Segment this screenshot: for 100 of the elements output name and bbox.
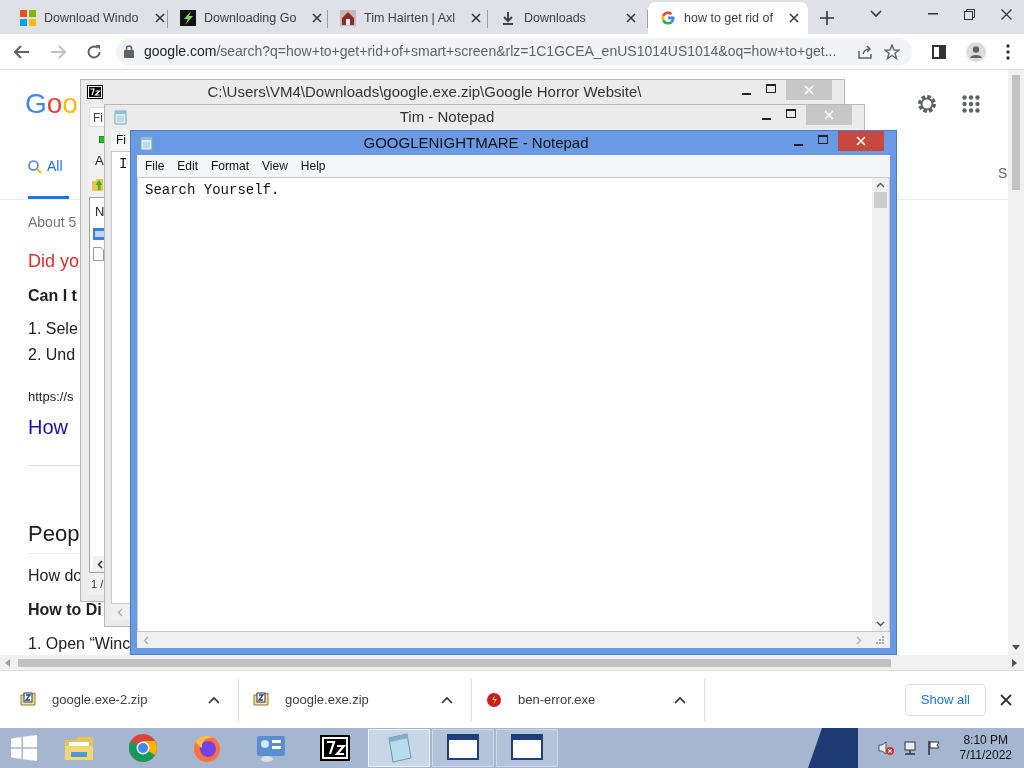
text-content: Search Yourself. — [145, 181, 280, 199]
zip-file-icon — [253, 691, 269, 708]
chrome-icon — [127, 732, 159, 764]
window-title: Tim - Notepad — [398, 106, 496, 127]
download-icon — [500, 10, 516, 26]
search-tab[interactable]: All — [28, 149, 69, 199]
text-content: I — [119, 155, 128, 173]
file-name: ben-error.exe — [518, 690, 597, 709]
scroll-left-icon[interactable] — [97, 559, 103, 569]
speaker-muted-icon[interactable] — [877, 740, 894, 756]
browser-tab[interactable]: Downloading Go — [168, 2, 328, 34]
lock-icon — [124, 45, 134, 58]
tab-title: Downloading Go — [204, 9, 297, 27]
caret-up-icon[interactable] — [208, 695, 220, 704]
caret-up-icon[interactable] — [674, 695, 686, 704]
window-title: GOOGLENIGHTMARE - Notepad — [362, 132, 590, 153]
menu-item[interactable]: Format — [205, 157, 256, 175]
profile-icon[interactable] — [966, 41, 986, 62]
menu-item[interactable]: Edit — [171, 157, 205, 175]
google-icon — [660, 10, 676, 26]
resize-grip-icon — [876, 636, 884, 644]
window-title: C:\Users\VM4\Downloads\google.exe.zip\Google Horror Website\ — [206, 81, 643, 102]
close-icon[interactable] — [1000, 693, 1012, 706]
folder-up-icon[interactable] — [92, 177, 103, 191]
maximize-icon[interactable] — [766, 84, 776, 93]
close-button-icon[interactable] — [838, 131, 884, 151]
notepad-icon — [113, 108, 128, 126]
settings-icon[interactable] — [916, 93, 938, 116]
list-item: 1. Open “Winc — [28, 634, 131, 654]
side-panel-icon[interactable] — [932, 44, 946, 59]
network-icon[interactable] — [901, 740, 918, 756]
result-heading: How to Di — [28, 600, 102, 620]
menu-item[interactable]: Fi — [89, 107, 105, 127]
more-menu-icon[interactable] — [1006, 43, 1010, 60]
result-heading: Can I t — [28, 286, 77, 306]
clock[interactable]: 8:10 PM 7/11/2022 — [959, 733, 1012, 763]
taskbar-button[interactable] — [432, 729, 494, 767]
scroll-up-icon[interactable] — [876, 182, 885, 188]
maximize-icon[interactable] — [818, 135, 828, 144]
browser-tab[interactable]: Downloads — [488, 2, 648, 34]
browser-tab[interactable]: Tim Hairten | Axl — [328, 2, 488, 34]
list-item: 2. Und — [28, 345, 77, 365]
close-icon[interactable] — [471, 13, 481, 23]
apps-icon[interactable] — [962, 95, 980, 114]
menu-item[interactable]: File — [139, 157, 171, 175]
scrollbar-thumb[interactable] — [874, 192, 887, 208]
restore-icon[interactable] — [964, 8, 975, 20]
menu-item[interactable]: View — [256, 157, 294, 175]
result-url: https://s — [28, 389, 74, 405]
column-header: N — [95, 203, 105, 221]
new-tab-icon[interactable] — [820, 11, 834, 25]
scrollbar-thumb[interactable] — [18, 658, 891, 667]
share-icon[interactable] — [858, 44, 874, 59]
download-item[interactable]: google.exe-2.zip — [6, 678, 239, 721]
taskbar-button[interactable] — [496, 729, 558, 767]
status-text: 1 / — [91, 577, 104, 592]
clock-time: 8:10 PM — [963, 733, 1009, 748]
search-tab[interactable]: S — [998, 163, 1008, 184]
google-logo[interactable]: Goo — [25, 90, 78, 119]
file-name: google.exe.zip — [285, 690, 370, 709]
browser-tab[interactable]: Download Windo — [8, 2, 168, 34]
close-icon[interactable] — [154, 13, 165, 23]
url-text: google.com/search?q=how+to+get+rid+of+smart+screen&rlz=1C1GCEA_enUS1014US1014&oq=how+to+get... — [144, 42, 838, 61]
result-count: About 5 — [28, 213, 77, 232]
chevron-down-icon[interactable] — [870, 10, 882, 18]
search-icon — [28, 159, 42, 174]
address-bar[interactable]: google.com/search?q=how+to+get+rid+of+smart+screen&rlz=1C1GCEA_enUS1014US1014&oq=how+to+get... — [116, 37, 912, 66]
close-icon[interactable] — [626, 13, 636, 23]
close-icon[interactable] — [1001, 8, 1012, 20]
toolbar-label: A — [95, 152, 104, 170]
close-icon[interactable] — [788, 13, 799, 23]
start-icon[interactable] — [11, 735, 37, 761]
scroll-down-icon[interactable] — [876, 621, 885, 627]
clock-date: 7/11/2022 — [959, 748, 1012, 763]
scrollbar-thumb[interactable] — [1012, 75, 1020, 190]
house-icon — [340, 10, 356, 26]
menu-item[interactable]: Help — [294, 157, 332, 175]
scroll-right-icon[interactable] — [1012, 658, 1018, 667]
tab-title: Download Windo — [44, 9, 139, 27]
bolt-icon — [180, 10, 196, 26]
reload-icon[interactable] — [86, 43, 102, 60]
spelling-suggestion[interactable]: Did yo — [28, 249, 80, 273]
notepad-icon — [139, 134, 154, 152]
download-item[interactable]: google.exe.zip — [239, 678, 472, 721]
flag-icon[interactable] — [925, 740, 942, 756]
tab-title: Downloads — [524, 9, 586, 27]
result-link[interactable]: How — [28, 414, 68, 440]
file-name: google.exe-2.zip — [52, 690, 149, 709]
archive-app-icon — [87, 85, 103, 99]
tab-title: Tim Hairten | Axl — [364, 9, 455, 27]
scroll-down-icon[interactable] — [1012, 645, 1020, 651]
star-icon[interactable] — [884, 43, 900, 60]
back-icon[interactable] — [14, 44, 30, 59]
menu-item[interactable]: Fi — [113, 131, 129, 149]
close-icon[interactable] — [312, 13, 323, 23]
download-item[interactable]: ben-error.exe — [472, 678, 705, 721]
show-all-button[interactable]: Show all — [904, 683, 986, 716]
caret-up-icon[interactable] — [441, 695, 453, 704]
browser-tab[interactable]: how to get rid of — [648, 2, 808, 34]
maximize-icon[interactable] — [786, 109, 796, 118]
